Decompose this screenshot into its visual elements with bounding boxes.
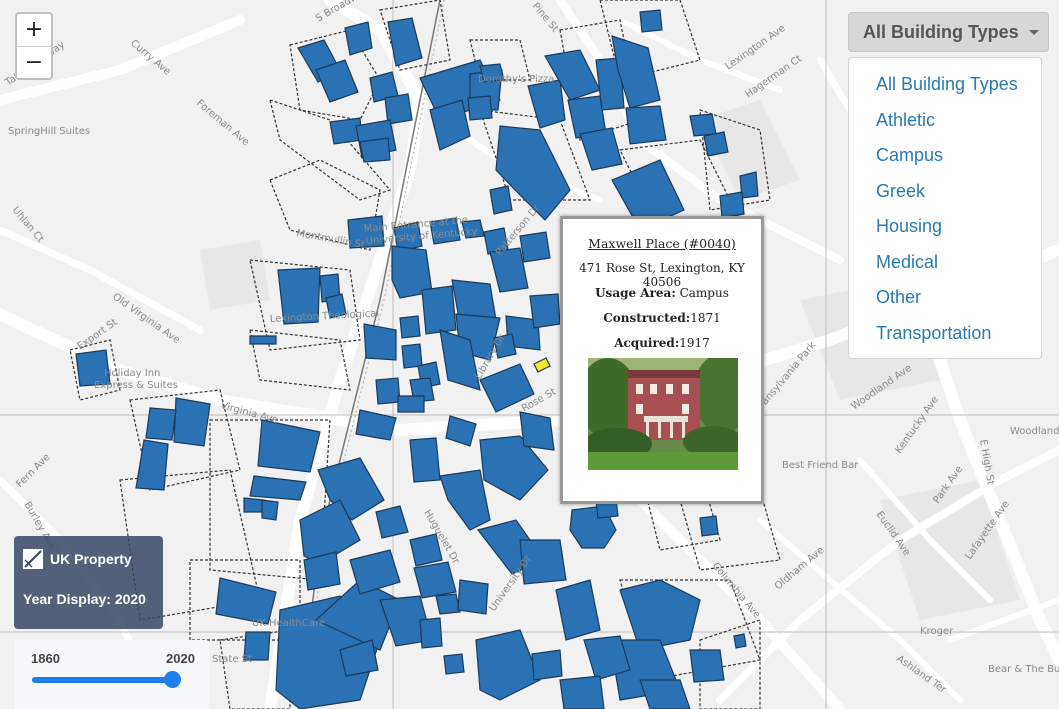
- building-type-menu: All Building Types Athletic Campus Greek…: [848, 57, 1042, 359]
- constructed-label: Constructed:: [603, 311, 691, 325]
- zoom-out-button[interactable]: −: [17, 46, 51, 78]
- info-title: UK Property: [50, 551, 132, 567]
- slider-min-label: 1860: [31, 651, 60, 666]
- menu-item-campus[interactable]: Campus: [849, 138, 1041, 174]
- popup-title-link[interactable]: Maxwell Place (#0040): [563, 236, 761, 251]
- usage-label: Usage Area:: [595, 286, 676, 300]
- street-label: Holiday Inn: [104, 368, 160, 379]
- year-display: Year Display: 2020: [23, 591, 146, 607]
- info-header: UK Property: [22, 548, 132, 570]
- building-popup: Maxwell Place (#0040) 471 Rose St, Lexin…: [560, 216, 764, 504]
- street-label: Woodland Park: [1010, 426, 1059, 437]
- menu-item-athletic[interactable]: Athletic: [849, 103, 1041, 139]
- acquired-value: 1917: [679, 336, 710, 350]
- street-label: Express & Suites: [94, 380, 178, 391]
- property-info-panel: UK Property Year Display: 2020: [14, 536, 163, 629]
- usage-value: Campus: [679, 286, 729, 300]
- caret-down-icon: [1028, 29, 1039, 35]
- building-type-dropdown[interactable]: All Building Types: [848, 12, 1049, 52]
- year-slider-panel: 1860 2020: [14, 640, 209, 709]
- uk-property-icon: [23, 549, 43, 569]
- menu-item-other[interactable]: Other: [849, 280, 1041, 316]
- year-slider-handle[interactable]: [164, 671, 181, 688]
- popup-acquired-row: Acquired:1917: [563, 336, 761, 351]
- street-label: UK HealthCare: [252, 618, 325, 629]
- popup-constructed-row: Constructed:1871: [563, 311, 761, 326]
- menu-item-medical[interactable]: Medical: [849, 245, 1041, 281]
- street-label: Dorothy's Pizza: [478, 74, 554, 85]
- slider-max-label: 2020: [166, 651, 195, 666]
- building-photo: [588, 358, 738, 470]
- building-type-selected: All Building Types: [863, 21, 1019, 42]
- street-label: Kroger: [920, 626, 954, 637]
- popup-usage-row: Usage Area: Campus: [563, 286, 761, 301]
- menu-item-transportation[interactable]: Transportation: [849, 316, 1041, 352]
- zoom-control: + −: [15, 12, 53, 80]
- menu-item-housing[interactable]: Housing: [849, 209, 1041, 245]
- zoom-in-button[interactable]: +: [17, 14, 51, 46]
- street-label: Bear & The Butcher: [988, 664, 1059, 675]
- year-slider-fill: [32, 677, 172, 683]
- street-label: Best Friend Bar: [782, 460, 859, 471]
- constructed-value: 1871: [690, 311, 721, 325]
- year-slider-track[interactable]: [32, 671, 181, 688]
- street-label: SpringHill Suites: [8, 126, 90, 137]
- menu-item-all-building-types[interactable]: All Building Types: [849, 67, 1041, 103]
- menu-item-greek[interactable]: Greek: [849, 174, 1041, 210]
- street-label: State St: [212, 654, 252, 665]
- acquired-label: Acquired:: [614, 336, 680, 350]
- popup-address: 471 Rose St, Lexington, KY 40506: [579, 261, 745, 289]
